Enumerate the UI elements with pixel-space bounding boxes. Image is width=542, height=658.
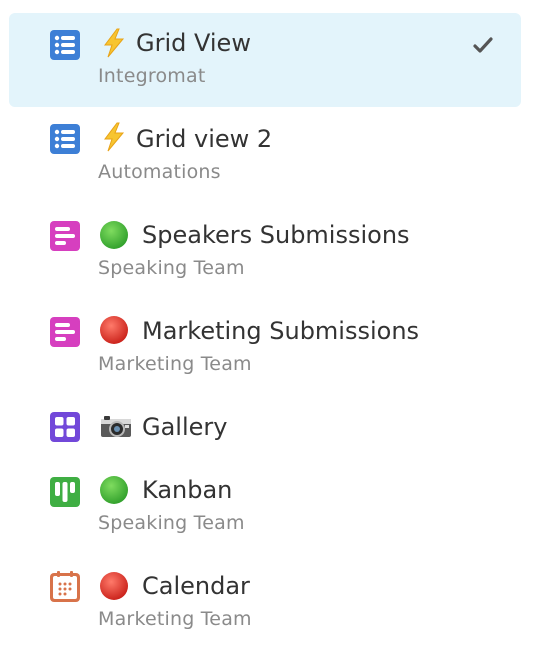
camera-icon xyxy=(101,416,131,437)
view-subtitle: Speaking Team xyxy=(98,257,245,279)
view-name: Gallery xyxy=(142,413,228,441)
view-item-grid-view[interactable]: Grid View Integromat xyxy=(9,13,521,107)
kanban-view-icon xyxy=(50,477,80,507)
view-name: Grid View xyxy=(136,29,251,57)
view-item-calendar[interactable]: Calendar Marketing Team xyxy=(9,558,521,652)
view-item-marketing-submissions[interactable]: Marketing Submissions Marketing Team xyxy=(9,302,521,396)
view-item-speakers-submissions[interactable]: Speakers Submissions Speaking Team xyxy=(9,206,521,300)
view-item-grid-view-2[interactable]: Grid view 2 Automations xyxy=(9,110,521,204)
red-circle-icon xyxy=(100,572,128,600)
form-view-icon xyxy=(50,221,80,251)
gallery-view-icon xyxy=(50,412,80,442)
view-subtitle: Automations xyxy=(98,161,221,183)
grid-view-icon xyxy=(50,30,80,60)
view-name: Marketing Submissions xyxy=(142,317,420,345)
view-name: Kanban xyxy=(142,476,233,504)
calendar-view-icon xyxy=(50,571,80,602)
lightning-icon xyxy=(104,28,125,58)
view-item-gallery[interactable]: Gallery xyxy=(9,398,521,458)
view-name: Grid view 2 xyxy=(136,125,273,153)
checkmark-icon xyxy=(473,37,493,53)
grid-view-icon xyxy=(50,124,80,154)
lightning-icon xyxy=(104,122,125,152)
view-list: Grid View Integromat Grid view 2 Automat… xyxy=(0,0,542,658)
view-subtitle: Marketing Team xyxy=(98,608,252,630)
view-subtitle: Speaking Team xyxy=(98,512,245,534)
red-circle-icon xyxy=(100,316,128,344)
view-name: Speakers Submissions xyxy=(142,221,410,249)
view-subtitle: Integromat xyxy=(98,65,206,87)
view-subtitle: Marketing Team xyxy=(98,353,252,375)
green-circle-icon xyxy=(100,221,128,249)
green-circle-icon xyxy=(100,476,128,504)
view-item-kanban[interactable]: Kanban Speaking Team xyxy=(9,462,521,556)
form-view-icon xyxy=(50,317,80,347)
view-name: Calendar xyxy=(142,572,250,600)
